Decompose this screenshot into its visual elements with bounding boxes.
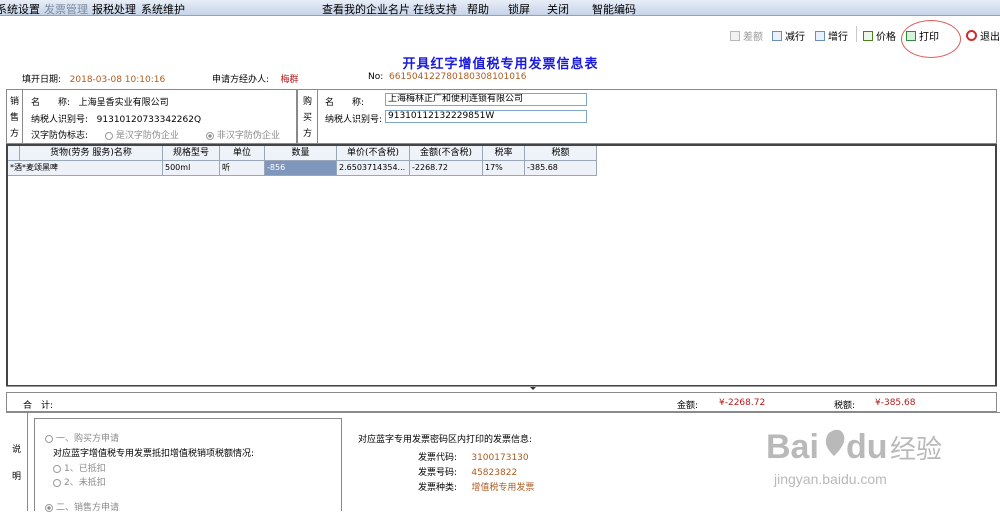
total-tax-value: ¥-385.68	[875, 398, 916, 408]
deducted-option[interactable]: 1、已抵扣	[53, 461, 106, 474]
invoice-kind-row: 发票种类: 增值税专用发票	[418, 483, 535, 493]
cell-tax-amount[interactable]: -385.68	[525, 161, 597, 176]
seller-anti-row: 汉字防伪标志: 是汉字防伪企业 非汉字防伪企业	[31, 131, 280, 141]
col-tax-amount: 税额	[525, 146, 597, 161]
buyer-side-label: 购 买 方	[298, 90, 318, 143]
totals-row: 合 计: 金额: ¥-2268.72 税额: ¥-385.68	[6, 392, 997, 412]
col-unit: 单位	[220, 146, 265, 161]
watermark-url: jingyan.baidu.com	[773, 471, 887, 487]
menu-invoice-management[interactable]: 发票管理	[44, 1, 88, 17]
col-unit-price: 单价(不含税)	[337, 146, 410, 161]
paw-icon	[825, 429, 845, 456]
table-row[interactable]: *酒*麦颂黑啤 500ml 听 -856 2.6503714354... -22…	[8, 161, 597, 176]
watermark-brand: Bai	[766, 428, 819, 466]
invoice-number-row: 发票号码: 45823822	[418, 468, 518, 478]
buyer-tax-field[interactable]: 91310112132229851W	[385, 110, 587, 123]
menu-online-support[interactable]: 在线支持	[413, 1, 457, 17]
col-tax-rate: 税率	[483, 146, 525, 161]
price-icon	[863, 30, 873, 41]
form-number: No: 661504122780180308101016	[368, 72, 527, 82]
application-options-box: 一、购买方申请 对应蓝字增值税专用发票抵扣增值税销项税额情况: 1、已抵扣 2、…	[34, 418, 342, 513]
cell-quantity[interactable]: -856	[265, 161, 337, 176]
col-goods-name: 货物(劳务 服务)名称	[20, 146, 163, 161]
menu-close[interactable]: 关闭	[547, 1, 569, 17]
col-spec: 规格型号	[163, 146, 220, 161]
cell-unit-price[interactable]: 2.6503714354...	[337, 161, 410, 176]
not-deducted-option[interactable]: 2、未抵扣	[53, 475, 106, 488]
radio-selected-icon	[205, 131, 214, 140]
seller-apply-option[interactable]: 二、销售方申请	[45, 500, 119, 513]
col-amount: 金额(不含税)	[410, 146, 483, 161]
radio-icon	[53, 464, 61, 473]
deduction-question: 对应蓝字增值税专用发票抵扣增值税销项税额情况:	[53, 449, 255, 459]
seller-side-label: 销 售 方	[7, 90, 23, 143]
doc-icon	[730, 30, 740, 41]
seller-tax-value: 91310120733342262Q	[96, 115, 202, 125]
radio-icon	[104, 131, 113, 140]
cell-goods-name[interactable]: *酒*麦颂黑啤	[8, 161, 163, 176]
grid-splitter[interactable]	[6, 386, 997, 391]
invoice-number-value: 45823822	[471, 468, 518, 478]
menu-help[interactable]: 帮助	[467, 1, 489, 17]
watermark-cn: 经验	[890, 435, 942, 465]
buyer-name-label: 名 称:	[325, 98, 365, 108]
blue-invoice-info-title: 对应蓝字专用发票密码区内打印的发票信息:	[358, 435, 533, 445]
applicant-value: 梅群	[280, 75, 299, 85]
col-quantity: 数量	[265, 146, 337, 161]
seller-name-value: 上海呈香实业有限公司	[78, 98, 169, 108]
invoice-code-row: 发票代码: 3100173130	[418, 453, 529, 463]
radio-icon	[53, 478, 61, 487]
buyer-apply-option[interactable]: 一、购买方申请	[45, 431, 119, 444]
menu-system-settings[interactable]: 系统设置	[0, 1, 40, 17]
notes-side-label: 说 明	[6, 413, 28, 511]
price-button[interactable]: 价格	[863, 28, 896, 43]
difference-button[interactable]: 差额	[730, 28, 763, 43]
menu-system-maintenance[interactable]: 系统维护	[141, 1, 185, 17]
anti-forgery-no-option[interactable]: 非汉字防伪企业	[205, 131, 280, 141]
menu-company-card[interactable]: 查看我的企业名片	[322, 1, 410, 17]
cell-amount[interactable]: -2268.72	[410, 161, 483, 176]
remove-row-button[interactable]: 减行	[772, 28, 805, 43]
total-amount-label: 金额:	[677, 401, 699, 411]
radio-icon	[45, 434, 53, 443]
row-indicator-header	[8, 146, 20, 161]
menu-lock-screen[interactable]: 锁屏	[508, 1, 530, 17]
baidu-watermark: Bai du 经验 jingyan.baidu.com	[766, 428, 942, 487]
buyer-tax-label: 纳税人识别号:	[325, 115, 383, 125]
buyer-panel: 购 买 方 名 称: 上海梅林正广和便利连锁有限公司 纳税人识别号: 91310…	[297, 89, 997, 144]
cell-tax-rate[interactable]: 17%	[483, 161, 525, 176]
exit-button[interactable]: 退出	[966, 28, 1000, 43]
menu-tax-filing[interactable]: 报税处理	[92, 1, 136, 17]
menu-smart-coding[interactable]: 智能编码	[592, 1, 636, 17]
cell-unit[interactable]: 听	[220, 161, 265, 176]
remove-row-icon	[772, 30, 782, 41]
seller-name-row: 名 称: 上海呈香实业有限公司	[31, 98, 169, 108]
toolbar-divider	[856, 26, 857, 42]
buyer-name-field[interactable]: 上海梅林正广和便利连锁有限公司	[385, 93, 587, 106]
page-title: 开具红字增值税专用发票信息表	[402, 57, 599, 72]
invoice-code-value: 3100173130	[471, 453, 529, 463]
applicant: 申请方经办人: 梅群	[212, 75, 299, 85]
fill-date: 填开日期: 2018-03-08 10:10:16	[22, 75, 166, 85]
power-icon	[966, 30, 977, 41]
seller-tax-row: 纳税人识别号: 91310120733342262Q	[31, 115, 202, 125]
anti-forgery-yes-option[interactable]: 是汉字防伪企业	[104, 131, 179, 141]
total-tax-label: 税额:	[834, 401, 856, 411]
radio-selected-icon	[45, 503, 53, 512]
menu-bar: 系统设置 发票管理 报税处理 系统维护 查看我的企业名片 在线支持 帮助 锁屏 …	[0, 0, 1000, 16]
toolbar: 差额 减行 增行 价格 打印 退出	[0, 16, 1000, 53]
seller-panel: 销 售 方 名 称: 上海呈香实业有限公司 纳税人识别号: 9131012073…	[6, 89, 297, 144]
collapse-arrow-icon[interactable]	[530, 387, 536, 390]
fill-date-value: 2018-03-08 10:10:16	[69, 75, 166, 85]
cell-spec[interactable]: 500ml	[163, 161, 220, 176]
add-row-icon	[815, 30, 825, 41]
form-number-value: 661504122780180308101016	[389, 72, 527, 82]
watermark-brand-2: du	[846, 428, 888, 466]
goods-table: 货物(劳务 服务)名称 规格型号 单位 数量 单价(不含税) 金额(不含税) 税…	[6, 144, 997, 387]
totals-label: 合 计:	[23, 401, 54, 411]
total-amount-value: ¥-2268.72	[719, 398, 766, 408]
add-row-button[interactable]: 增行	[815, 28, 848, 43]
invoice-kind-value: 增值税专用发票	[471, 483, 535, 493]
goods-table-header: 货物(劳务 服务)名称 规格型号 单位 数量 单价(不含税) 金额(不含税) 税…	[8, 146, 597, 161]
